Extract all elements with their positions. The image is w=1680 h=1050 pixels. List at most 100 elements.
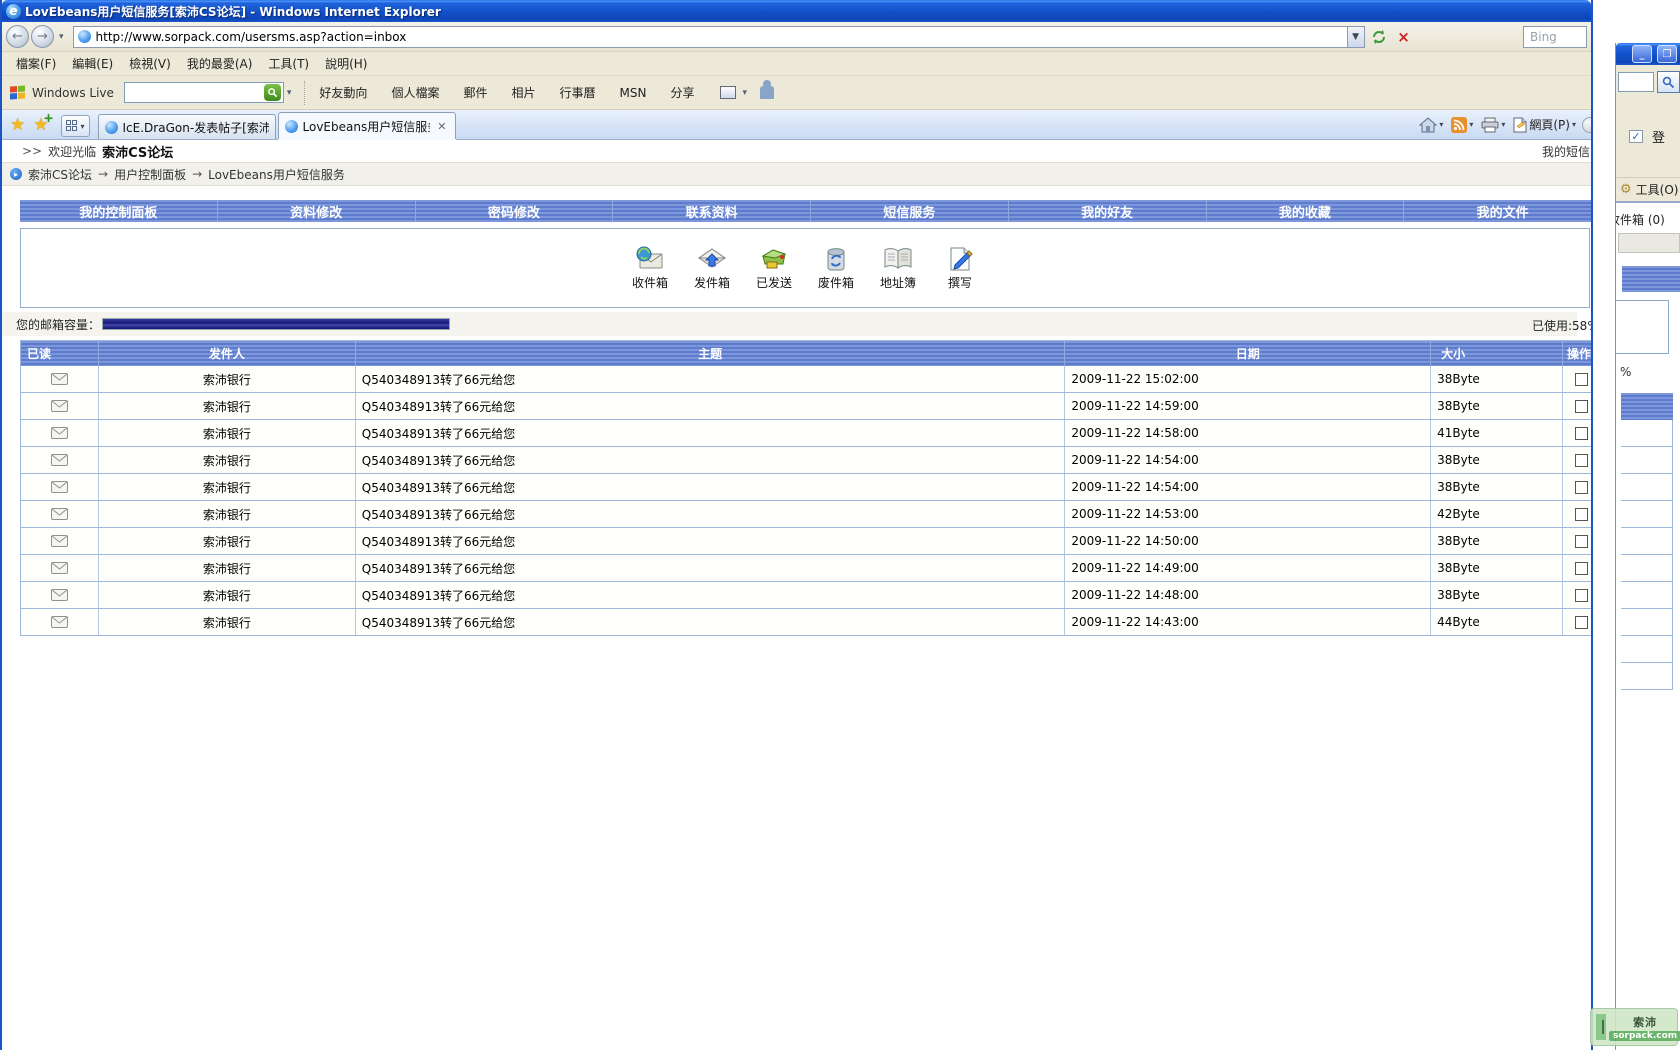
nav-item[interactable]: 密码修改 (416, 200, 614, 222)
history-dropdown-icon[interactable]: ▾ (56, 32, 67, 42)
subject-cell[interactable]: Q540348913转了66元给您 (356, 582, 1066, 608)
nav-item[interactable]: 我的收藏 (1207, 200, 1405, 222)
minimize-button[interactable]: _ (1632, 45, 1652, 63)
inbox-table-header: 已读 发件人 主题 日期 大小 操作 (21, 340, 1593, 366)
row-checkbox[interactable] (1575, 508, 1588, 521)
live-profile-button[interactable] (760, 86, 774, 99)
quick-tabs-button[interactable]: ▾ (61, 115, 90, 137)
row-checkbox[interactable] (1575, 373, 1588, 386)
live-options-button[interactable]: ▾ (720, 86, 750, 99)
address-dropdown-button[interactable]: ▼ (1348, 26, 1365, 48)
subject-cell[interactable]: Q540348913转了66元给您 (356, 528, 1066, 554)
sender-cell[interactable]: 索沛银行 (99, 609, 356, 635)
row-checkbox[interactable] (1575, 589, 1588, 602)
side-search-button[interactable] (1657, 71, 1680, 93)
sender-cell[interactable]: 索沛银行 (99, 447, 356, 473)
side-inbox-label[interactable]: 收件箱 (0) (1615, 211, 1665, 228)
live-toolbar-link[interactable]: 郵件 (463, 84, 487, 101)
tab-lovebeans-sms[interactable]: LovEbeans用户短信服务... ✕ (278, 112, 456, 139)
tab-ice-dragon[interactable]: IcE.DraGon-发表帖子[索沛... (98, 114, 276, 139)
sender-cell[interactable]: 索沛银行 (99, 582, 356, 608)
live-toolbar-link[interactable]: 好友動向 (319, 84, 367, 101)
add-favorite-icon[interactable]: ★ (33, 115, 48, 135)
sent-button[interactable]: 已发送 (751, 246, 797, 291)
sender-cell[interactable]: 索沛银行 (99, 501, 356, 527)
nav-item[interactable]: 我的文件 (1404, 200, 1593, 222)
menu-bar: 檔案(F)編輯(E)檢視(V)我的最愛(A)工具(T)說明(H) (2, 52, 1591, 76)
forward-button[interactable]: → (31, 25, 54, 48)
sender-cell[interactable]: 索沛银行 (99, 474, 356, 500)
side-login-row[interactable]: ✓ 登 (1629, 127, 1665, 146)
menu-item[interactable]: 編輯(E) (68, 53, 125, 74)
feeds-button[interactable]: ▾ (1449, 117, 1475, 133)
sender-cell[interactable]: 索沛银行 (99, 555, 356, 581)
menu-item[interactable]: 檢視(V) (125, 53, 183, 74)
live-toolbar-link[interactable]: 個人檔案 (391, 84, 439, 101)
stop-button[interactable]: × (1393, 26, 1415, 48)
table-row-fragment (1621, 609, 1673, 636)
subject-cell[interactable]: Q540348913转了66元给您 (356, 393, 1066, 419)
menu-item[interactable]: 說明(H) (321, 53, 379, 74)
side-search-input[interactable] (1618, 72, 1654, 92)
capacity-label: 您的邮箱容量： (16, 316, 100, 333)
subject-cell[interactable]: Q540348913转了66元给您 (356, 447, 1066, 473)
row-checkbox[interactable] (1575, 535, 1588, 548)
breadcrumb-separator: → (192, 167, 202, 181)
live-search-dropdown-icon[interactable]: ▾ (284, 88, 295, 98)
address-book-button[interactable]: 地址簿 (875, 246, 921, 291)
print-button[interactable]: ▾ (1479, 117, 1507, 133)
sender-cell[interactable]: 索沛银行 (99, 420, 356, 446)
row-checkbox[interactable] (1575, 400, 1588, 413)
nav-item[interactable]: 资料修改 (218, 200, 416, 222)
nav-item[interactable]: 联系资料 (613, 200, 811, 222)
sender-cell[interactable]: 索沛银行 (99, 366, 356, 392)
row-checkbox[interactable] (1575, 481, 1588, 494)
trash-button[interactable]: 废件箱 (813, 246, 859, 291)
refresh-button[interactable] (1368, 26, 1390, 48)
outbox-button[interactable]: 发件箱 (689, 246, 735, 291)
checkbox-icon[interactable]: ✓ (1629, 130, 1643, 143)
subject-cell[interactable]: Q540348913转了66元给您 (356, 609, 1066, 635)
breadcrumb-sms-link[interactable]: LovEbeans用户短信服务 (208, 166, 345, 183)
subject-cell[interactable]: Q540348913转了66元给您 (356, 555, 1066, 581)
nav-item[interactable]: 我的好友 (1009, 200, 1207, 222)
close-tab-icon[interactable]: ✕ (435, 120, 448, 133)
search-input[interactable]: Bing (1523, 26, 1587, 48)
live-toolbar-link[interactable]: 行事曆 (559, 84, 595, 101)
page-menu-button[interactable]: 網頁(P) ▾ (1511, 116, 1578, 133)
menu-item[interactable]: 工具(T) (264, 53, 321, 74)
subject-cell[interactable]: Q540348913转了66元给您 (356, 474, 1066, 500)
back-button[interactable]: ← (6, 25, 29, 48)
live-search-input[interactable] (124, 82, 284, 103)
sender-cell[interactable]: 索沛银行 (99, 393, 356, 419)
favorites-star-icon[interactable]: ★ (10, 115, 25, 135)
nav-item[interactable]: 短信服务 (811, 200, 1009, 222)
titlebar[interactable]: e LovEbeans用户短信服务[索沛CS论坛] - Windows Inte… (2, 0, 1591, 22)
live-search-button[interactable] (264, 84, 281, 101)
subject-cell[interactable]: Q540348913转了66元给您 (356, 501, 1066, 527)
menu-item[interactable]: 檔案(F) (12, 53, 68, 74)
side-tools-bar[interactable]: ⚙ 工具(O) (1616, 178, 1680, 203)
restore-button[interactable]: ❐ (1657, 45, 1677, 63)
compose-button[interactable]: 撰写 (937, 246, 983, 291)
my-messages-link[interactable]: 我的短信 (1542, 143, 1590, 160)
row-checkbox[interactable] (1575, 562, 1588, 575)
side-window-titlebar[interactable]: _ ❐ (1616, 43, 1680, 65)
address-input[interactable]: http://www.sorpack.com/usersms.asp?actio… (73, 26, 1348, 48)
nav-item[interactable]: 我的控制面板 (20, 200, 218, 222)
row-checkbox[interactable] (1575, 616, 1588, 629)
live-toolbar-link[interactable]: 相片 (511, 84, 535, 101)
home-button[interactable]: ▾ (1417, 117, 1445, 133)
live-toolbar-link[interactable]: MSN (620, 86, 647, 100)
row-checkbox[interactable] (1575, 427, 1588, 440)
menu-item[interactable]: 我的最愛(A) (183, 53, 265, 74)
tools-button-cut[interactable] (1582, 117, 1593, 133)
sender-cell[interactable]: 索沛银行 (99, 528, 356, 554)
live-toolbar-link[interactable]: 分享 (670, 84, 694, 101)
subject-cell[interactable]: Q540348913转了66元给您 (356, 420, 1066, 446)
row-checkbox[interactable] (1575, 454, 1588, 467)
breadcrumb-forum-link[interactable]: 索沛CS论坛 (28, 166, 92, 183)
inbox-button[interactable]: 收件箱 (627, 246, 673, 291)
breadcrumb-usercp-link[interactable]: 用户控制面板 (114, 166, 186, 183)
subject-cell[interactable]: Q540348913转了66元给您 (356, 366, 1066, 392)
